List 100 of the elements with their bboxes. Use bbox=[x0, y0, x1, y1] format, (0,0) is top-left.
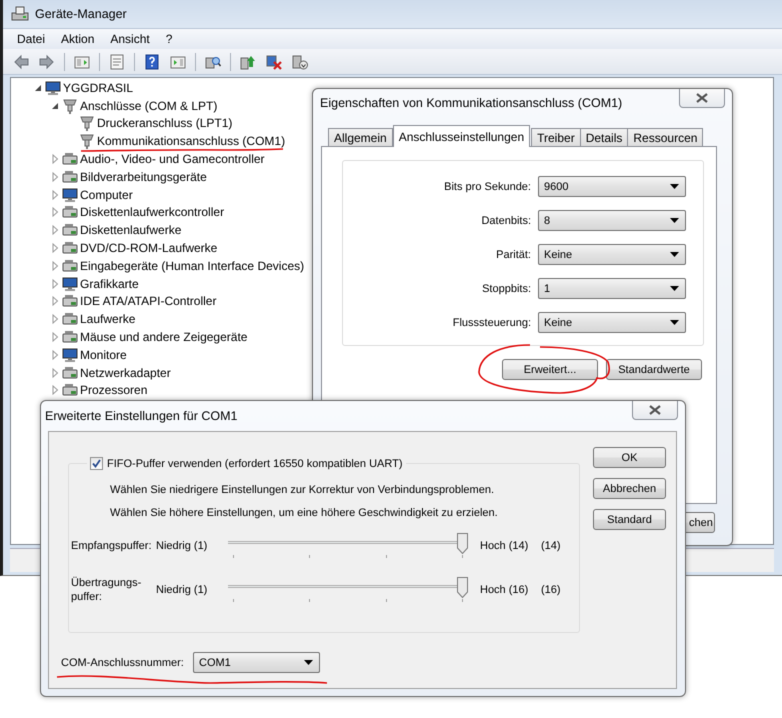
computer-icon bbox=[62, 346, 78, 363]
tree-item[interactable]: Druckeranschluss (LPT1) bbox=[97, 116, 232, 130]
dialog-title: Eigenschaften von Kommunikationsanschluss (COM1) bbox=[320, 95, 622, 110]
close-button[interactable] bbox=[632, 401, 678, 420]
tab[interactable]: Allgemein bbox=[328, 128, 393, 147]
port-icon bbox=[62, 98, 78, 114]
dropdown[interactable]: 9600 bbox=[538, 176, 686, 197]
device-icon bbox=[62, 382, 78, 398]
advanced-button[interactable]: Erweitert... bbox=[502, 359, 598, 380]
tab[interactable]: Details bbox=[580, 128, 628, 147]
forward-arrow-icon bbox=[39, 54, 55, 70]
collapsed-arrow-icon[interactable] bbox=[50, 225, 60, 236]
collapsed-arrow-icon[interactable] bbox=[50, 207, 60, 218]
tree-item[interactable]: Audio-, Video- und Gamecontroller bbox=[80, 152, 265, 166]
defaults-button[interactable]: Standardwerte bbox=[606, 359, 702, 380]
field-label: COM-Anschlussnummer: bbox=[61, 656, 185, 668]
collapsed-arrow-icon[interactable] bbox=[50, 278, 60, 289]
tree-item[interactable]: DVD/CD-ROM-Laufwerke bbox=[80, 241, 218, 256]
field-label: Parität: bbox=[495, 248, 532, 260]
checkbox-label[interactable]: FIFO-Puffer verwenden (erfordert 16550 kompatiblen UART) bbox=[107, 458, 403, 470]
tree-item[interactable]: Anschlüsse (COM & LPT) bbox=[80, 98, 218, 113]
menu-item[interactable]: Aktion bbox=[53, 30, 102, 48]
device-icon bbox=[62, 168, 78, 185]
check-icon bbox=[92, 459, 101, 468]
field-label: Bits pro Sekunde: bbox=[443, 180, 532, 192]
cancel-button[interactable]: Abbrechen bbox=[593, 478, 666, 499]
panel-icon bbox=[74, 54, 90, 70]
device-icon bbox=[62, 240, 78, 256]
caret-icon bbox=[670, 286, 679, 291]
caret-icon bbox=[670, 218, 679, 223]
computer-icon bbox=[45, 80, 61, 96]
document-icon bbox=[109, 54, 125, 70]
tab[interactable]: Ressourcen bbox=[627, 128, 704, 147]
defaults-button[interactable]: Standard bbox=[593, 509, 666, 530]
tree-item[interactable]: Computer bbox=[80, 188, 133, 202]
slider[interactable] bbox=[228, 577, 468, 603]
dropdown[interactable]: 1 bbox=[538, 278, 686, 299]
tab[interactable]: Anschlusseinstellungen bbox=[392, 125, 530, 147]
collapsed-arrow-icon[interactable] bbox=[50, 243, 60, 254]
computer-icon bbox=[62, 276, 78, 292]
collapsed-arrow-icon[interactable] bbox=[50, 332, 60, 342]
close-icon bbox=[696, 93, 708, 103]
collapsed-arrow-icon[interactable] bbox=[50, 368, 60, 378]
hint-text: Wählen Sie niedrigere Einstellungen zur Korrektur von Verbindungsproblemen. bbox=[110, 484, 496, 496]
menu-item[interactable]: Datei bbox=[9, 30, 54, 48]
max-label: Hoch (14) bbox=[480, 540, 530, 552]
tree-item[interactable]: IDE ATA/ATAPI-Controller bbox=[80, 294, 216, 308]
back-arrow-icon bbox=[13, 54, 29, 70]
tree-item[interactable]: YGGDRASIL bbox=[63, 80, 134, 95]
collapsed-arrow-icon[interactable] bbox=[50, 350, 60, 360]
device-icon bbox=[62, 258, 78, 274]
dropdown[interactable]: Keine bbox=[538, 244, 686, 265]
tree-item[interactable]: Laufwerke bbox=[80, 312, 136, 326]
dialog-title: Erweiterte Einstellungen für COM1 bbox=[45, 408, 238, 423]
tree-item[interactable]: Eingabegeräte (Human Interface Devices) bbox=[80, 258, 304, 273]
min-label: Niedrig (1) bbox=[156, 540, 208, 552]
cross-icon bbox=[266, 54, 282, 70]
slider-thumb[interactable] bbox=[457, 533, 468, 554]
tree-item[interactable]: Netzwerkadapter bbox=[80, 366, 171, 380]
expanded-arrow-icon[interactable] bbox=[50, 100, 60, 111]
menu-item[interactable]: Ansicht bbox=[102, 30, 158, 48]
slider[interactable] bbox=[228, 533, 468, 559]
collapsed-arrow-icon[interactable] bbox=[50, 296, 60, 306]
collapsed-arrow-icon[interactable] bbox=[50, 154, 60, 164]
down-arrow-icon bbox=[292, 54, 308, 70]
close-icon bbox=[649, 405, 661, 415]
ok-button[interactable]: OK bbox=[593, 447, 666, 468]
tree-item[interactable]: Grafikkarte bbox=[80, 276, 139, 291]
value-reading: (14) bbox=[541, 540, 561, 552]
expanded-arrow-icon[interactable] bbox=[33, 82, 43, 93]
device-icon bbox=[62, 364, 78, 381]
panel-icon bbox=[170, 54, 186, 70]
device-icon bbox=[62, 311, 78, 328]
dropdown[interactable]: 8 bbox=[538, 210, 686, 231]
tree-item[interactable]: Mäuse und andere Zeigegeräte bbox=[80, 330, 248, 344]
menu-item[interactable]: ? bbox=[158, 30, 180, 48]
collapsed-arrow-icon[interactable] bbox=[50, 260, 60, 271]
tree-item[interactable]: Kommunikationsanschluss (COM1) bbox=[97, 134, 286, 148]
slider-label: Übertragungs-puffer: bbox=[70, 576, 142, 604]
slider-thumb[interactable] bbox=[457, 577, 468, 598]
collapsed-arrow-icon[interactable] bbox=[50, 385, 60, 396]
value-reading: (16) bbox=[541, 584, 561, 596]
collapsed-arrow-icon[interactable] bbox=[50, 172, 60, 182]
help-icon bbox=[144, 54, 160, 70]
collapsed-arrow-icon[interactable] bbox=[50, 314, 60, 324]
field-label: Datenbits: bbox=[480, 214, 532, 226]
checkbox[interactable] bbox=[90, 457, 103, 470]
device-icon bbox=[62, 204, 78, 220]
tree-item[interactable]: Prozessoren bbox=[80, 383, 148, 398]
tab[interactable]: Treiber bbox=[531, 128, 581, 147]
tree-item[interactable]: Diskettenlaufwerke bbox=[80, 223, 182, 238]
tree-item[interactable]: Diskettenlaufwerkcontroller bbox=[80, 205, 224, 220]
field-label: Flusssteuerung: bbox=[452, 316, 532, 328]
tree-item[interactable]: Monitore bbox=[80, 348, 127, 362]
collapsed-arrow-icon[interactable] bbox=[50, 190, 60, 200]
close-button[interactable] bbox=[679, 89, 725, 108]
dropdown[interactable]: COM1 bbox=[193, 652, 320, 673]
app-icon bbox=[11, 6, 29, 22]
tree-item[interactable]: Bildverarbeitungsgeräte bbox=[80, 170, 207, 184]
dropdown[interactable]: Keine bbox=[538, 312, 686, 333]
